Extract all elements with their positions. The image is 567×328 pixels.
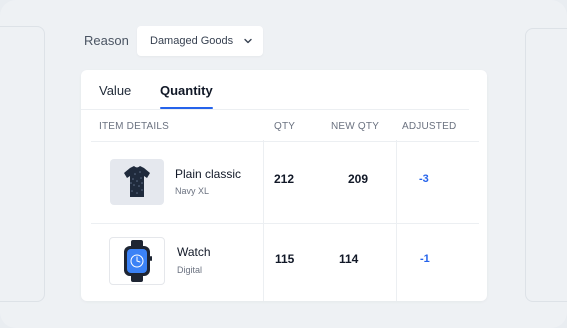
- reason-label: Reason: [84, 33, 129, 48]
- new-qty-value: 114: [339, 252, 359, 266]
- qty-value: 115: [275, 252, 295, 266]
- screen-frame: Reason Damaged Goods Value Quantity ITEM…: [0, 0, 567, 328]
- tab-bar: Value Quantity: [81, 70, 487, 110]
- header-item-details: ITEM DETAILS: [99, 121, 170, 132]
- smartwatch-icon: [124, 240, 152, 282]
- qty-value: 212: [274, 172, 295, 186]
- side-panel-left: [0, 26, 45, 302]
- adjusted-value: -1: [420, 253, 430, 265]
- header-qty: QTY: [274, 121, 296, 132]
- tshirt-icon: [124, 166, 150, 197]
- item-name: Plain classic: [175, 167, 242, 181]
- item-name: Watch: [177, 245, 211, 259]
- chevron-down-icon: [244, 38, 252, 44]
- new-qty-value: 209: [348, 172, 369, 186]
- reason-selected-value: Damaged Goods: [150, 35, 234, 47]
- product-thumbnail: [109, 237, 165, 285]
- item-variant: Digital: [177, 265, 203, 275]
- adjusted-value: -3: [419, 173, 429, 185]
- header-adjusted: ADJUSTED: [402, 121, 457, 132]
- item-variant: Navy XL: [175, 186, 210, 196]
- tab-value[interactable]: Value: [99, 83, 131, 98]
- tabs-divider: [81, 109, 469, 110]
- side-panel-right: [525, 28, 567, 302]
- reason-dropdown[interactable]: Damaged Goods: [137, 26, 263, 56]
- product-thumbnail: [110, 159, 164, 205]
- adjustment-card: Value Quantity ITEM DETAILS QTY NEW QTY …: [81, 70, 487, 301]
- tab-quantity[interactable]: Quantity: [160, 83, 213, 98]
- header-new-qty: NEW QTY: [331, 121, 380, 132]
